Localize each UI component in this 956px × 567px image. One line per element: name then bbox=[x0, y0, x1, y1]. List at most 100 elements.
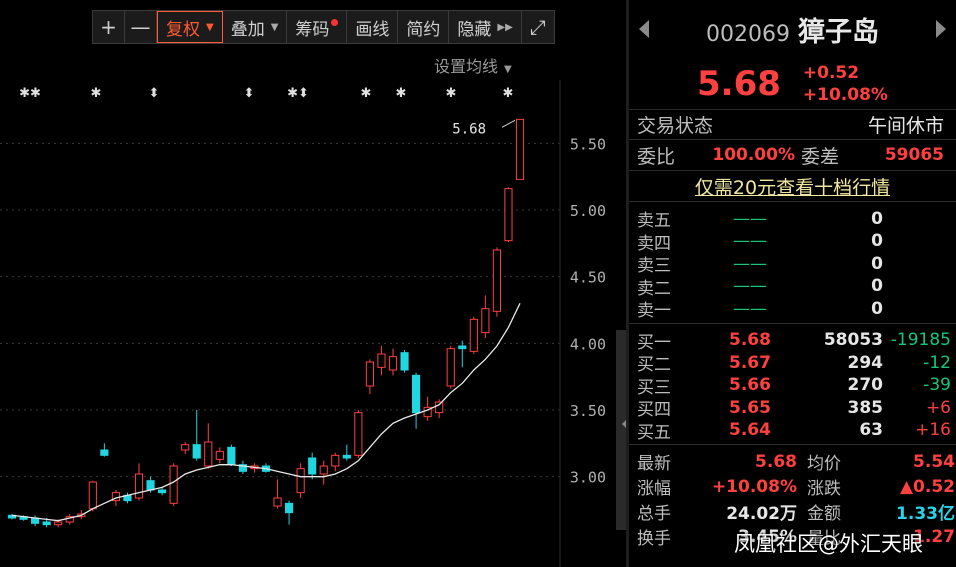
stat-value: 5.68 bbox=[755, 451, 797, 472]
ask-level-label: 卖五 bbox=[637, 211, 671, 231]
y-tick-label: 4.50 bbox=[570, 269, 606, 287]
adjust-price-label: 复权 bbox=[166, 19, 200, 40]
candle-down bbox=[400, 352, 409, 371]
ask-price: —— bbox=[733, 208, 767, 229]
bid-level-label: 买二 bbox=[637, 355, 671, 375]
stats-row: 最新 5.68 均价 5.54 bbox=[629, 449, 956, 475]
stat-label: 总手 bbox=[637, 504, 671, 524]
ask-row: 卖四 —— 0 bbox=[629, 229, 956, 254]
level10-promo-text[interactable]: 仅需20元查看十档行情 bbox=[695, 173, 890, 200]
fullscreen-icon[interactable]: ⤢ bbox=[522, 11, 554, 43]
bid-price: 5.67 bbox=[729, 352, 771, 373]
candle-up bbox=[273, 497, 282, 507]
bid-volume-change: +16 bbox=[915, 420, 951, 440]
candle-up bbox=[515, 118, 525, 180]
adjust-price-dropdown[interactable]: 复权 ▼ bbox=[157, 11, 223, 43]
stat-value: ▲0.52 bbox=[899, 476, 955, 497]
moving-average-line bbox=[11, 303, 521, 522]
candle-up bbox=[435, 401, 444, 414]
collapse-handle[interactable] bbox=[616, 330, 626, 530]
candle-down bbox=[158, 489, 167, 494]
bid-price: 5.64 bbox=[729, 420, 771, 440]
event-marker-icon: ✱ bbox=[503, 86, 514, 101]
overlay-dropdown[interactable]: 叠加 ▼ bbox=[223, 11, 288, 43]
candle-up bbox=[446, 348, 455, 387]
change-value: +0.52 bbox=[802, 62, 860, 83]
candle-down bbox=[42, 521, 51, 526]
candle-up bbox=[504, 188, 513, 242]
candle-down bbox=[458, 345, 467, 350]
next-stock-icon[interactable] bbox=[935, 20, 946, 38]
zoom-out-button[interactable]: — bbox=[125, 11, 157, 43]
prev-stock-icon[interactable] bbox=[639, 20, 649, 38]
candle-up bbox=[181, 444, 190, 451]
bid-volume-change: -19185 bbox=[890, 330, 951, 350]
trade-status-value: 午间休市 bbox=[867, 115, 944, 137]
stock-code: 002069 bbox=[706, 21, 790, 47]
change-percent: +10.08% bbox=[802, 84, 888, 105]
event-marker-icon: ✱ bbox=[91, 86, 102, 101]
bid-volume: 58053 bbox=[823, 330, 883, 350]
event-marker-icon: ✱ bbox=[446, 86, 457, 101]
chip-distribution-button[interactable]: 筹码 bbox=[287, 11, 348, 43]
event-marker-icon: ⬍ bbox=[244, 86, 255, 101]
bid-volume: 294 bbox=[847, 352, 884, 373]
simple-mode-button[interactable]: 简约 bbox=[398, 11, 450, 43]
candle-up bbox=[354, 412, 363, 456]
y-tick-label: 3.50 bbox=[570, 402, 606, 420]
bid-row: 买三 5.66 270 -39 bbox=[629, 373, 956, 398]
event-marker-icon: ✱ bbox=[396, 86, 407, 101]
zoom-in-button[interactable]: + bbox=[93, 11, 125, 43]
bid-price: 5.68 bbox=[729, 330, 771, 350]
stat-value: 1.33亿 bbox=[896, 504, 955, 524]
stock-header: 002069 獐子岛 bbox=[629, 0, 956, 58]
stat-label: 换手 bbox=[637, 529, 671, 549]
stat-label: 涨跌 bbox=[807, 479, 841, 499]
ask-volume: 0 bbox=[871, 276, 883, 296]
y-tick-label: 5.00 bbox=[570, 202, 606, 220]
stat-label: 涨幅 bbox=[637, 479, 671, 499]
ask-row: 卖三 —— 0 bbox=[629, 251, 956, 277]
ask-level-label: 卖四 bbox=[637, 233, 671, 254]
max-price-label: 5.68 bbox=[452, 121, 486, 137]
candle-down bbox=[308, 457, 317, 475]
quote-panel: 002069 獐子岛 5.68 +0.52 +10.08% 交易状态 午间休市 … bbox=[629, 0, 956, 567]
chart-toolbar: + — 复权 ▼ 叠加 ▼ 筹码 画线 简约 隐藏 ▶▶ ⤢ bbox=[92, 10, 555, 44]
stat-value: 5.54 bbox=[913, 451, 955, 472]
bid-level-label: 买四 bbox=[637, 400, 671, 420]
price-quote: 5.68 +0.52 +10.08% bbox=[629, 58, 956, 110]
candle-down bbox=[227, 446, 236, 466]
candle-up bbox=[319, 465, 328, 475]
stat-label: 金额 bbox=[807, 504, 841, 524]
ask-price: —— bbox=[733, 231, 767, 251]
y-tick-label: 3.00 bbox=[570, 469, 606, 487]
candle-up bbox=[377, 353, 386, 368]
ask-volume: 0 bbox=[871, 208, 883, 229]
ask-volume: 0 bbox=[871, 298, 883, 319]
candle-up bbox=[388, 356, 398, 371]
notification-dot-icon bbox=[331, 18, 339, 26]
y-tick-label: 4.00 bbox=[570, 335, 606, 353]
level10-promo-link[interactable]: 仅需20元查看十档行情 bbox=[629, 170, 956, 202]
bid-volume: 270 bbox=[847, 375, 884, 395]
candle-up bbox=[54, 521, 63, 526]
stat-value: +10.08% bbox=[711, 476, 797, 497]
bid-row: 买五 5.64 63 +16 bbox=[629, 418, 956, 443]
hide-panel-button[interactable]: 隐藏 ▶▶ bbox=[449, 11, 522, 43]
stats-row: 涨幅 +10.08% 涨跌 ▲0.52 bbox=[629, 474, 956, 500]
ask-row: 卖二 —— 0 bbox=[629, 274, 956, 299]
event-marker-icon: ✱⬍ bbox=[287, 86, 309, 101]
stock-identity: 002069 獐子岛 bbox=[706, 10, 879, 49]
candlestick-chart[interactable]: 5.505.004.504.003.503.00✱✱ ✱ ⬍ ⬍ ✱⬍ ✱ ✱ ✱ ✱5.68 bbox=[0, 50, 620, 567]
chip-label: 筹码 bbox=[295, 19, 330, 40]
ask-row: 卖一 —— 0 bbox=[629, 296, 956, 322]
candle-up bbox=[331, 454, 340, 467]
ask-volume: 0 bbox=[871, 253, 883, 274]
trade-status-row: 交易状态 午间休市 bbox=[629, 110, 956, 140]
ask-volume: 0 bbox=[871, 231, 883, 251]
draw-line-button[interactable]: 画线 bbox=[347, 11, 399, 43]
event-marker-icon: ✱✱ bbox=[19, 86, 41, 101]
weibi-value: 100.00% bbox=[712, 145, 795, 165]
max-pointer-line bbox=[501, 119, 516, 128]
overlay-label: 叠加 bbox=[230, 19, 265, 40]
